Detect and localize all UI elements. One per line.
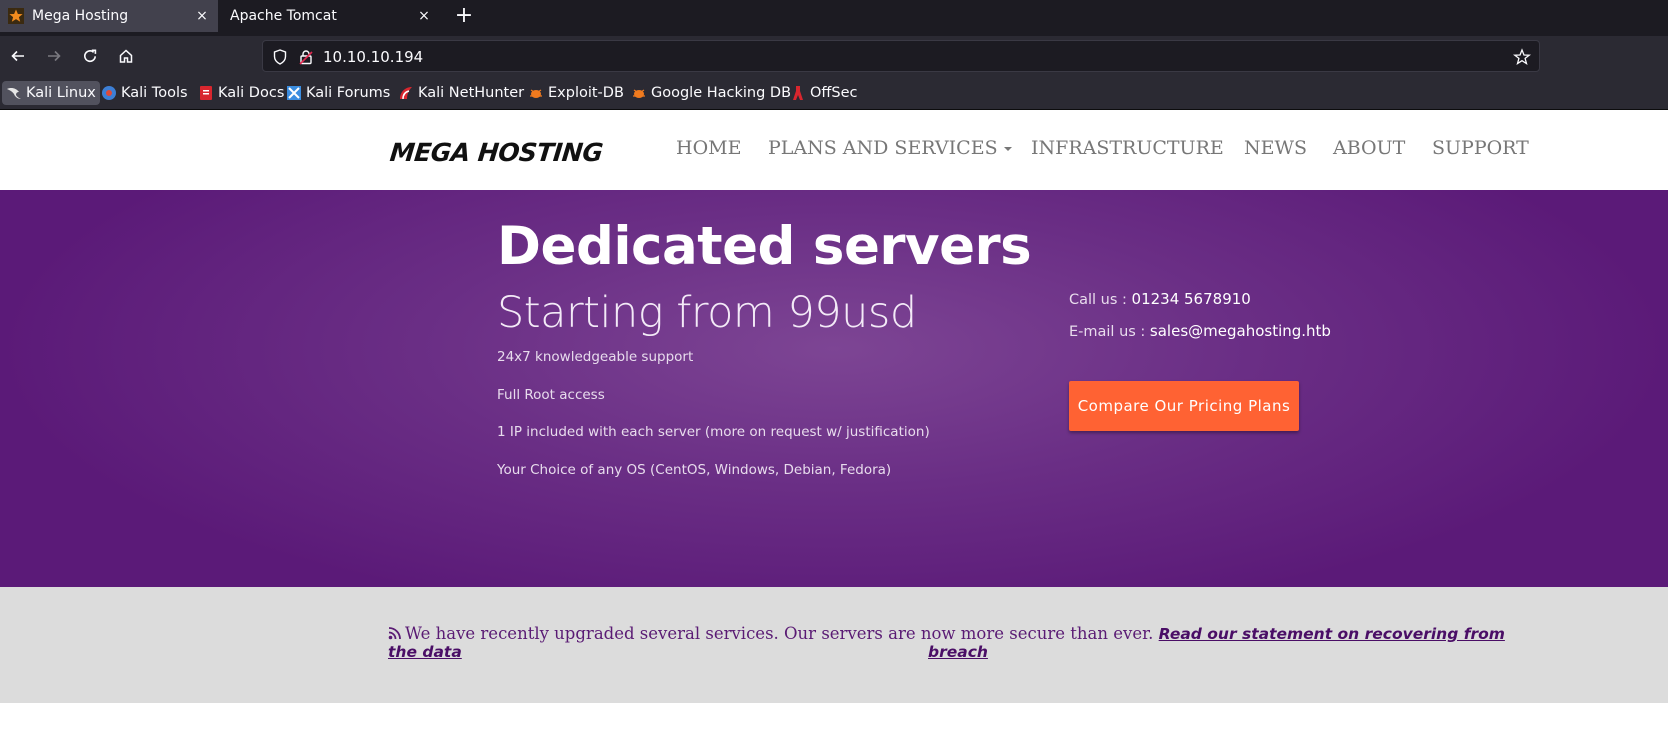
tab-apache-tomcat[interactable]: Apache Tomcat × (222, 0, 440, 32)
tab-title: Mega Hosting (32, 8, 129, 24)
phone-label: Call us : (1069, 292, 1132, 308)
hero-title: Dedicated servers (497, 216, 1032, 277)
email-address[interactable]: sales@megahosting.htb (1150, 322, 1331, 340)
bookmark-star-icon[interactable] (1512, 48, 1532, 66)
kali-forums-icon (286, 85, 302, 101)
nav-news[interactable]: NEWS (1244, 137, 1307, 159)
url-bar[interactable]: 10.10.10.194 (262, 40, 1540, 72)
feature-item: 1 IP included with each server (more on … (497, 424, 930, 440)
star-favicon-icon (8, 8, 24, 24)
forward-arrow-icon (48, 50, 61, 62)
forward-button[interactable] (42, 44, 66, 68)
kali-nethunter-icon (398, 85, 414, 101)
bookmark-offsec[interactable]: OffSec (786, 81, 862, 105)
nav-infrastructure[interactable]: INFRASTRUCTURE (1031, 137, 1224, 159)
bookmark-label: OffSec (810, 85, 858, 101)
nav-support[interactable]: SUPPORT (1432, 137, 1529, 159)
contact-phone: Call us : 01234 5678910 (1069, 290, 1251, 308)
feature-item: Full Root access (497, 387, 605, 403)
home-button[interactable] (114, 44, 138, 68)
bookmark-label: Kali Forums (306, 85, 391, 101)
tab-mega-hosting[interactable]: Mega Hosting × (0, 0, 218, 32)
insecure-lock-icon[interactable] (297, 48, 315, 66)
nav-about[interactable]: ABOUT (1333, 137, 1405, 159)
bookmark-label: Exploit-DB (548, 85, 624, 101)
tab-close-icon[interactable]: × (416, 8, 432, 24)
hero-section: Dedicated servers Starting from 99usd 24… (0, 190, 1668, 587)
notice-banner: We have recently upgraded several servic… (0, 587, 1668, 703)
tab-title: Apache Tomcat (230, 8, 337, 24)
back-arrow-icon (11, 50, 24, 62)
email-label: E-mail us : (1069, 324, 1150, 340)
notice-text: We have recently upgraded several servic… (405, 624, 1154, 643)
bookmark-label: Google Hacking DB (651, 85, 792, 101)
nav-home[interactable]: HOME (676, 137, 741, 159)
new-tab-button[interactable]: + (452, 4, 476, 28)
contact-email: E-mail us : sales@megahosting.htb (1069, 322, 1331, 340)
reload-button[interactable] (78, 44, 102, 68)
bookmark-exploit-db[interactable]: Exploit-DB (524, 81, 628, 105)
nav-label: PLANS AND SERVICES (768, 137, 998, 159)
home-icon (119, 49, 133, 63)
bookmark-label: Kali Docs (218, 85, 285, 101)
bookmark-kali-forums[interactable]: Kali Forums (282, 81, 394, 105)
bookmark-kali-linux[interactable]: Kali Linux (2, 81, 100, 105)
feature-item: Your Choice of any OS (CentOS, Windows, … (497, 462, 892, 478)
bookmark-google-hacking-db[interactable]: Google Hacking DB (627, 81, 795, 105)
reload-icon (84, 49, 97, 63)
shield-icon[interactable] (271, 48, 289, 66)
hero-subtitle: Starting from 99usd (497, 288, 917, 338)
ghdb-bug-icon (631, 85, 647, 101)
url-text: 10.10.10.194 (323, 48, 424, 66)
site-header: MEGA HOSTING HOME PLANS AND SERVICES INF… (0, 110, 1668, 190)
compare-pricing-button[interactable]: Compare Our Pricing Plans (1069, 381, 1299, 431)
data-breach-statement-link-continued[interactable]: breach (928, 643, 988, 661)
back-button[interactable] (6, 44, 30, 68)
bookmark-kali-nethunter[interactable]: Kali NetHunter (394, 81, 528, 105)
bookmark-label: Kali Linux (26, 85, 96, 101)
tab-close-icon[interactable]: × (194, 8, 210, 24)
bookmark-label: Kali NetHunter (418, 85, 525, 101)
caret-down-icon (1003, 147, 1012, 151)
bookmark-kali-docs[interactable]: Kali Docs (194, 81, 288, 105)
nav-plans-and-services[interactable]: PLANS AND SERVICES (768, 137, 1012, 159)
feature-item: 24x7 knowledgeable support (497, 349, 694, 365)
site-logo[interactable]: MEGA HOSTING (388, 138, 604, 167)
browser-tab-bar: Mega Hosting × Apache Tomcat × + (0, 0, 1668, 36)
exploit-db-bug-icon (528, 85, 544, 101)
bookmark-kali-tools[interactable]: Kali Tools (97, 81, 192, 105)
rss-icon (388, 626, 402, 640)
kali-dragon-icon (6, 85, 22, 101)
browser-nav-bar: 10.10.10.194 (0, 36, 1668, 76)
phone-number: 01234 5678910 (1131, 290, 1251, 308)
bookmark-label: Kali Tools (121, 85, 188, 101)
kali-docs-icon (198, 85, 214, 101)
bookmarks-toolbar: Kali Linux Kali Tools Kali Docs Kali For… (0, 76, 1668, 110)
offsec-icon (790, 85, 806, 101)
kali-tools-icon (101, 85, 117, 101)
